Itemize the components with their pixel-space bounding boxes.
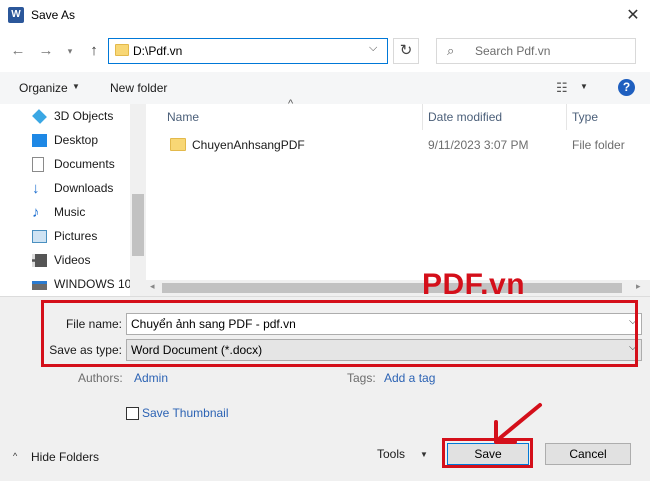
search-placeholder: Search Pdf.vn — [475, 44, 551, 58]
scroll-right-icon[interactable]: ▸ — [636, 281, 641, 292]
recent-locations-chevron-icon[interactable]: ▾ — [62, 39, 78, 63]
column-divider[interactable] — [422, 104, 423, 130]
documents-icon — [32, 157, 44, 172]
address-bar[interactable]: D:\Pdf.vn ⌵ — [108, 38, 388, 64]
close-button[interactable]: ✕ — [620, 4, 646, 28]
column-header-name[interactable]: Name — [167, 110, 199, 124]
brand-watermark: PDF.vn — [422, 268, 526, 301]
folder-icon — [115, 44, 129, 56]
drive-icon — [32, 281, 47, 290]
organize-button[interactable]: Organize — [19, 81, 68, 95]
music-icon: ♪ — [32, 204, 40, 221]
forward-arrow-icon[interactable]: → — [36, 39, 56, 63]
pictures-icon — [32, 230, 47, 243]
chevron-up-icon[interactable]: ^ — [13, 451, 17, 461]
column-header-type[interactable]: Type — [572, 110, 598, 124]
view-details-icon[interactable]: ☷ — [556, 80, 568, 96]
new-folder-button[interactable]: New folder — [110, 81, 167, 95]
column-header-date-modified[interactable]: Date modified — [428, 110, 502, 124]
save-thumbnail-checkbox[interactable] — [126, 407, 139, 420]
tags-input[interactable]: Add a tag — [384, 371, 435, 385]
search-icon: ⌕ — [447, 43, 455, 58]
annotation-highlight-box — [41, 300, 638, 367]
caret-down-icon[interactable]: ▼ — [420, 450, 428, 459]
authors-value[interactable]: Admin — [134, 371, 168, 385]
table-row[interactable]: ChuyenAnhsangPDF 9/11/2023 3:07 PM File … — [146, 132, 650, 158]
sidebar-item-downloads[interactable]: ↓ Downloads — [32, 179, 142, 199]
chevron-down-icon[interactable]: ⌵ — [369, 42, 377, 55]
sidebar-item-documents[interactable]: Documents — [32, 155, 142, 175]
hide-folders-button[interactable]: Hide Folders — [31, 450, 99, 464]
download-icon: ↓ — [32, 180, 40, 197]
sidebar-item-windows-10[interactable]: WINDOWS 10 — [32, 275, 142, 295]
file-name-cell: ChuyenAnhsangPDF — [192, 138, 305, 152]
desktop-icon — [32, 134, 47, 147]
horizontal-scroll-thumb[interactable] — [162, 283, 622, 293]
date-modified-cell: 9/11/2023 3:07 PM — [428, 138, 529, 152]
caret-down-icon[interactable]: ▼ — [72, 82, 80, 91]
window-title: Save As — [31, 8, 76, 22]
videos-icon — [32, 254, 47, 267]
help-button[interactable]: ? — [618, 79, 635, 96]
authors-label: Authors: — [78, 371, 123, 385]
refresh-button[interactable]: ↻ — [393, 38, 419, 64]
cube-icon — [32, 109, 47, 124]
search-input[interactable]: ⌕ Search Pdf.vn — [436, 38, 636, 64]
cancel-button[interactable]: Cancel — [545, 443, 631, 465]
sidebar-scroll-thumb[interactable] — [132, 194, 144, 256]
scroll-left-icon[interactable]: ◂ — [150, 281, 155, 292]
sidebar-item-3d-objects[interactable]: 3D Objects — [32, 107, 142, 127]
back-arrow-icon[interactable]: ← — [8, 39, 28, 63]
sidebar-item-videos[interactable]: Videos — [32, 251, 142, 271]
command-bar: Organize ▼ New folder ☷ ▼ ? — [0, 72, 650, 104]
annotation-arrow-icon — [494, 403, 542, 444]
tags-label: Tags: — [347, 371, 376, 385]
navigation-pane: 3D Objects Desktop Documents ↓ Downloads… — [0, 104, 146, 296]
save-thumbnail-label[interactable]: Save Thumbnail — [142, 406, 229, 420]
sidebar-item-music[interactable]: ♪ Music — [32, 203, 142, 223]
type-cell: File folder — [572, 138, 625, 152]
sidebar-item-pictures[interactable]: Pictures — [32, 227, 142, 247]
column-divider[interactable] — [566, 104, 567, 130]
up-arrow-icon[interactable]: ↑ — [84, 39, 104, 63]
title-bar — [0, 0, 650, 32]
file-list-header: Name Date modified Type — [146, 104, 650, 130]
caret-down-icon[interactable]: ▼ — [580, 82, 588, 91]
sort-ascending-icon: ^ — [288, 98, 294, 110]
tools-button[interactable]: Tools — [377, 447, 405, 461]
folder-icon — [170, 138, 186, 151]
sidebar-item-desktop[interactable]: Desktop — [32, 131, 142, 151]
address-path: D:\Pdf.vn — [133, 44, 183, 58]
word-app-icon: W — [8, 7, 24, 23]
